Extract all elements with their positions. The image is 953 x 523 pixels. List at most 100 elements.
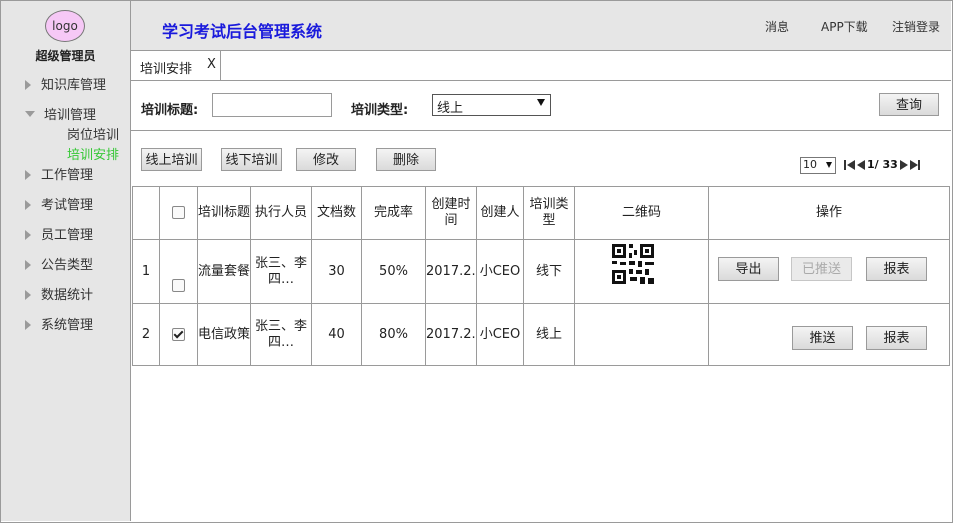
header-docs: 文档数	[311, 186, 362, 240]
chevron-down-icon	[25, 110, 35, 117]
header-staff: 执行人员	[250, 186, 312, 240]
sidebar-item-staff[interactable]: 员工管理	[25, 224, 93, 243]
row-rate: 80%	[361, 303, 426, 366]
last-page-icon[interactable]	[909, 159, 920, 170]
type-filter-label: 培训类型:	[351, 103, 409, 118]
row-created: 2017.2.23	[425, 239, 477, 304]
page-size-value: 10	[803, 158, 817, 171]
app-title: 学习考试后台管理系统	[162, 22, 323, 41]
header-created: 创建时间	[425, 186, 477, 240]
online-training-button[interactable]: 线上培训	[141, 148, 202, 171]
sidebar-item-label: 知识库管理	[41, 78, 107, 93]
row-index: 1	[132, 239, 160, 304]
app-download-link[interactable]: APP下载	[821, 18, 868, 35]
row-creator: 小CEO	[476, 239, 524, 304]
chevron-right-icon	[25, 289, 31, 300]
chevron-right-icon	[25, 169, 31, 180]
row-created: 2017.2.23	[425, 303, 477, 366]
training-table: 培训标题 执行人员 文档数 完成率 创建时间 创建人 培训类型 二维码 操作 1…	[132, 186, 950, 366]
table-header-row: 培训标题 执行人员 文档数 完成率 创建时间 创建人 培训类型 二维码 操作	[132, 186, 950, 240]
tab-training-schedule[interactable]: 培训安排 X	[131, 51, 221, 80]
header-type: 培训类型	[523, 186, 575, 240]
sidebar-item-label: 员工管理	[41, 228, 94, 243]
logout-link[interactable]: 注销登录	[892, 18, 940, 35]
sidebar-subitem-training-schedule[interactable]: 培训安排	[67, 144, 119, 163]
next-page-icon[interactable]	[899, 159, 908, 170]
page-size-select[interactable]: 10	[800, 157, 836, 174]
chevron-right-icon	[25, 319, 31, 330]
admin-label: 超级管理员	[35, 49, 96, 63]
sidebar-item-knowledge-base[interactable]: 知识库管理	[25, 74, 106, 93]
select-all-checkbox[interactable]	[172, 206, 185, 219]
sidebar: logo 超级管理员 知识库管理 培训管理 岗位培训 培训安排 工作管理 考试管…	[1, 1, 131, 521]
sidebar-item-exam[interactable]: 考试管理	[25, 194, 93, 213]
type-filter-select[interactable]: 线上	[432, 94, 551, 116]
row-operations: 推送 报表	[708, 303, 950, 366]
header-title: 培训标题	[197, 186, 251, 240]
sidebar-item-work[interactable]: 工作管理	[25, 164, 93, 183]
sidebar-item-label: 系统管理	[41, 318, 94, 333]
row-staff: 张三、李四…	[250, 239, 312, 304]
sidebar-item-label: 工作管理	[41, 168, 94, 183]
title-filter-input[interactable]	[212, 93, 332, 117]
row-checkbox[interactable]	[172, 327, 185, 341]
row-operations: 导出 已推送 报表	[708, 239, 950, 304]
report-button[interactable]: 报表	[866, 326, 927, 350]
first-page-icon[interactable]	[844, 159, 855, 170]
offline-training-button[interactable]: 线下培训	[221, 148, 282, 171]
row-type: 线上	[523, 303, 575, 366]
sidebar-item-label: 考试管理	[41, 198, 94, 213]
pagination: 1/ 33	[844, 157, 920, 172]
title-filter-label: 培训标题:	[141, 103, 199, 118]
type-filter-value: 线上	[437, 101, 464, 116]
sidebar-item-system[interactable]: 系统管理	[25, 314, 93, 333]
query-button[interactable]: 查询	[879, 93, 939, 116]
row-creator: 小CEO	[476, 303, 524, 366]
row-index: 2	[132, 303, 160, 366]
logo: logo	[45, 10, 85, 42]
qr-code-icon	[612, 244, 654, 284]
header-operations: 操作	[708, 186, 950, 240]
table-row: 2 电信政策 张三、李四… 40 80% 2017.2.23 小CEO 线上 推…	[132, 303, 950, 366]
top-header: 学习考试后台管理系统 消息 APP下载 注销登录	[131, 1, 951, 51]
sidebar-subitem-post-training[interactable]: 岗位培训	[67, 124, 119, 143]
row-title: 电信政策	[197, 303, 251, 366]
sidebar-item-announcement[interactable]: 公告类型	[25, 254, 93, 273]
chevron-right-icon	[25, 79, 31, 90]
sidebar-item-label: 培训管理	[44, 108, 97, 123]
row-checkbox[interactable]	[172, 279, 185, 292]
row-staff: 张三、李四…	[250, 303, 312, 366]
sidebar-item-label: 数据统计	[41, 288, 94, 303]
chevron-right-icon	[25, 259, 31, 270]
chevron-right-icon	[25, 229, 31, 240]
row-select-cell	[159, 303, 198, 366]
header-index	[132, 186, 160, 240]
row-type: 线下	[523, 239, 575, 304]
row-qr-cell	[574, 303, 709, 366]
row-docs: 30	[311, 239, 362, 304]
table-row: 1 流量套餐 张三、李四… 30 50% 2017.2.23 小CEO 线下 导…	[132, 239, 950, 304]
filter-bar: 培训标题: 培训类型: 线上 查询	[131, 81, 951, 131]
chevron-right-icon	[25, 199, 31, 210]
row-qr-cell	[574, 239, 709, 304]
dropdown-arrow-icon	[826, 162, 832, 168]
sidebar-item-statistics[interactable]: 数据统计	[25, 284, 93, 303]
row-docs: 40	[311, 303, 362, 366]
export-button[interactable]: 导出	[718, 257, 779, 281]
tab-close-button[interactable]: X	[207, 57, 216, 72]
row-rate: 50%	[361, 239, 426, 304]
header-qrcode: 二维码	[574, 186, 709, 240]
edit-button[interactable]: 修改	[296, 148, 356, 171]
pushed-button[interactable]: 已推送	[791, 257, 852, 281]
delete-button[interactable]: 删除	[376, 148, 436, 171]
sidebar-item-label: 公告类型	[41, 258, 94, 273]
sidebar-item-training[interactable]: 培训管理	[25, 104, 96, 123]
push-button[interactable]: 推送	[792, 326, 853, 350]
header-creator: 创建人	[476, 186, 524, 240]
row-title: 流量套餐	[197, 239, 251, 304]
messages-link[interactable]: 消息	[765, 18, 789, 35]
header-select-all	[159, 186, 198, 240]
report-button[interactable]: 报表	[866, 257, 927, 281]
header-rate: 完成率	[361, 186, 426, 240]
prev-page-icon[interactable]	[857, 159, 865, 170]
